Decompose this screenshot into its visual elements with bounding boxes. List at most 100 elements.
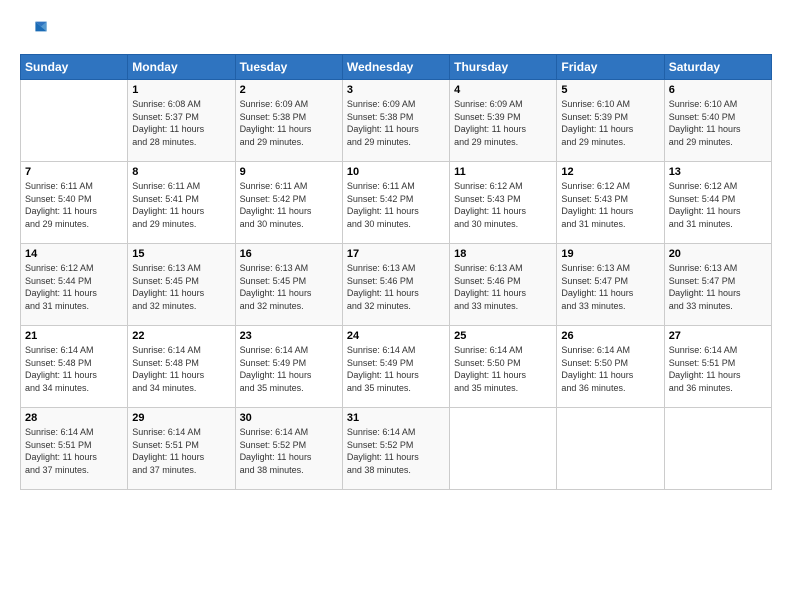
day-number: 20 — [669, 248, 767, 260]
calendar-cell: 27 Sunrise: 6:14 AMSunset: 5:51 PMDayligh… — [664, 326, 771, 408]
day-number: 14 — [25, 248, 123, 260]
logo-icon — [20, 16, 48, 44]
calendar-cell: 9 Sunrise: 6:11 AMSunset: 5:42 PMDaylight… — [235, 162, 342, 244]
calendar-cell: 7Sunrise: 6:11 AMSunset: 5:40 PMDaylight… — [21, 162, 128, 244]
day-info: Sunrise: 6:12 AMSunset: 5:44 PMDaylight:… — [669, 180, 767, 230]
header-day-thursday: Thursday — [450, 55, 557, 80]
week-row-3: 14 Sunrise: 6:12 AMSunset: 5:44 PMDayligh… — [21, 244, 772, 326]
day-info: Sunrise: 6:14 AMSunset: 5:48 PMDaylight:… — [25, 344, 123, 394]
calendar-cell: 29 Sunrise: 6:14 AMSunset: 5:51 PMDayligh… — [128, 408, 235, 490]
day-number: 1 — [132, 84, 230, 96]
calendar-header-row: SundayMondayTuesdayWednesdayThursdayFrid… — [21, 55, 772, 80]
calendar-cell: 5 Sunrise: 6:10 AMSunset: 5:39 PMDaylight… — [557, 80, 664, 162]
day-number: 6 — [669, 84, 767, 96]
week-row-2: 7Sunrise: 6:11 AMSunset: 5:40 PMDaylight… — [21, 162, 772, 244]
calendar-cell: 16 Sunrise: 6:13 AMSunset: 5:45 PMDayligh… — [235, 244, 342, 326]
calendar-cell: 26 Sunrise: 6:14 AMSunset: 5:50 PMDayligh… — [557, 326, 664, 408]
day-info: Sunrise: 6:14 AMSunset: 5:51 PMDaylight:… — [669, 344, 767, 394]
day-number: 22 — [132, 330, 230, 342]
calendar-cell: 10 Sunrise: 6:11 AMSunset: 5:42 PMDayligh… — [342, 162, 449, 244]
day-number: 9 — [240, 166, 338, 178]
calendar-cell: 24Sunrise: 6:14 AMSunset: 5:49 PMDayligh… — [342, 326, 449, 408]
day-info: Sunrise: 6:10 AMSunset: 5:39 PMDaylight:… — [561, 98, 659, 148]
calendar-cell: 12Sunrise: 6:12 AMSunset: 5:43 PMDayligh… — [557, 162, 664, 244]
day-info: Sunrise: 6:09 AMSunset: 5:38 PMDaylight:… — [240, 98, 338, 148]
day-number: 31 — [347, 412, 445, 424]
day-info: Sunrise: 6:14 AMSunset: 5:50 PMDaylight:… — [561, 344, 659, 394]
day-number: 16 — [240, 248, 338, 260]
day-info: Sunrise: 6:13 AMSunset: 5:47 PMDaylight:… — [669, 262, 767, 312]
calendar-cell: 17 Sunrise: 6:13 AMSunset: 5:46 PMDayligh… — [342, 244, 449, 326]
calendar-table: SundayMondayTuesdayWednesdayThursdayFrid… — [20, 54, 772, 490]
calendar-cell: 2 Sunrise: 6:09 AMSunset: 5:38 PMDaylight… — [235, 80, 342, 162]
day-info: Sunrise: 6:12 AMSunset: 5:43 PMDaylight:… — [561, 180, 659, 230]
day-info: Sunrise: 6:14 AMSunset: 5:48 PMDaylight:… — [132, 344, 230, 394]
day-number: 23 — [240, 330, 338, 342]
day-info: Sunrise: 6:13 AMSunset: 5:45 PMDaylight:… — [240, 262, 338, 312]
day-number: 30 — [240, 412, 338, 424]
header — [20, 16, 772, 44]
calendar-cell: 23 Sunrise: 6:14 AMSunset: 5:49 PMDayligh… — [235, 326, 342, 408]
calendar-cell: 3Sunrise: 6:09 AMSunset: 5:38 PMDaylight… — [342, 80, 449, 162]
header-day-tuesday: Tuesday — [235, 55, 342, 80]
day-info: Sunrise: 6:11 AMSunset: 5:42 PMDaylight:… — [240, 180, 338, 230]
day-info: Sunrise: 6:13 AMSunset: 5:46 PMDaylight:… — [347, 262, 445, 312]
calendar-cell: 4 Sunrise: 6:09 AMSunset: 5:39 PMDaylight… — [450, 80, 557, 162]
day-info: Sunrise: 6:14 AMSunset: 5:52 PMDaylight:… — [240, 426, 338, 476]
day-info: Sunrise: 6:13 AMSunset: 5:45 PMDaylight:… — [132, 262, 230, 312]
day-number: 26 — [561, 330, 659, 342]
day-info: Sunrise: 6:10 AMSunset: 5:40 PMDaylight:… — [669, 98, 767, 148]
calendar-cell: 8Sunrise: 6:11 AMSunset: 5:41 PMDaylight… — [128, 162, 235, 244]
day-number: 28 — [25, 412, 123, 424]
day-info: Sunrise: 6:14 AMSunset: 5:50 PMDaylight:… — [454, 344, 552, 394]
day-info: Sunrise: 6:13 AMSunset: 5:47 PMDaylight:… — [561, 262, 659, 312]
day-info: Sunrise: 6:08 AMSunset: 5:37 PMDaylight:… — [132, 98, 230, 148]
day-info: Sunrise: 6:12 AMSunset: 5:43 PMDaylight:… — [454, 180, 552, 230]
calendar-cell — [557, 408, 664, 490]
day-number: 19 — [561, 248, 659, 260]
calendar-cell: 11Sunrise: 6:12 AMSunset: 5:43 PMDayligh… — [450, 162, 557, 244]
calendar-cell — [21, 80, 128, 162]
day-number: 7 — [25, 166, 123, 178]
calendar-cell — [664, 408, 771, 490]
week-row-4: 21 Sunrise: 6:14 AMSunset: 5:48 PMDayligh… — [21, 326, 772, 408]
week-row-1: 1 Sunrise: 6:08 AMSunset: 5:37 PMDaylight… — [21, 80, 772, 162]
page: SundayMondayTuesdayWednesdayThursdayFrid… — [0, 0, 792, 500]
day-number: 21 — [25, 330, 123, 342]
day-info: Sunrise: 6:09 AMSunset: 5:39 PMDaylight:… — [454, 98, 552, 148]
calendar-cell: 25 Sunrise: 6:14 AMSunset: 5:50 PMDayligh… — [450, 326, 557, 408]
calendar-cell: 30 Sunrise: 6:14 AMSunset: 5:52 PMDayligh… — [235, 408, 342, 490]
day-number: 5 — [561, 84, 659, 96]
calendar-cell: 18 Sunrise: 6:13 AMSunset: 5:46 PMDayligh… — [450, 244, 557, 326]
header-day-friday: Friday — [557, 55, 664, 80]
day-number: 15 — [132, 248, 230, 260]
logo — [20, 16, 52, 44]
header-day-sunday: Sunday — [21, 55, 128, 80]
calendar-cell: 22 Sunrise: 6:14 AMSunset: 5:48 PMDayligh… — [128, 326, 235, 408]
day-number: 2 — [240, 84, 338, 96]
day-info: Sunrise: 6:14 AMSunset: 5:51 PMDaylight:… — [132, 426, 230, 476]
calendar-cell: 20 Sunrise: 6:13 AMSunset: 5:47 PMDayligh… — [664, 244, 771, 326]
day-info: Sunrise: 6:11 AMSunset: 5:42 PMDaylight:… — [347, 180, 445, 230]
day-info: Sunrise: 6:14 AMSunset: 5:49 PMDaylight:… — [347, 344, 445, 394]
day-number: 29 — [132, 412, 230, 424]
calendar-cell: 19 Sunrise: 6:13 AMSunset: 5:47 PMDayligh… — [557, 244, 664, 326]
day-number: 17 — [347, 248, 445, 260]
day-number: 8 — [132, 166, 230, 178]
calendar-cell: 15 Sunrise: 6:13 AMSunset: 5:45 PMDayligh… — [128, 244, 235, 326]
calendar-cell: 1 Sunrise: 6:08 AMSunset: 5:37 PMDaylight… — [128, 80, 235, 162]
day-info: Sunrise: 6:14 AMSunset: 5:49 PMDaylight:… — [240, 344, 338, 394]
day-info: Sunrise: 6:12 AMSunset: 5:44 PMDaylight:… — [25, 262, 123, 312]
day-info: Sunrise: 6:14 AMSunset: 5:52 PMDaylight:… — [347, 426, 445, 476]
day-number: 25 — [454, 330, 552, 342]
calendar-cell: 28 Sunrise: 6:14 AMSunset: 5:51 PMDayligh… — [21, 408, 128, 490]
day-number: 18 — [454, 248, 552, 260]
day-info: Sunrise: 6:13 AMSunset: 5:46 PMDaylight:… — [454, 262, 552, 312]
calendar-cell: 6 Sunrise: 6:10 AMSunset: 5:40 PMDaylight… — [664, 80, 771, 162]
day-number: 10 — [347, 166, 445, 178]
day-number: 4 — [454, 84, 552, 96]
day-info: Sunrise: 6:14 AMSunset: 5:51 PMDaylight:… — [25, 426, 123, 476]
header-day-saturday: Saturday — [664, 55, 771, 80]
calendar-cell — [450, 408, 557, 490]
day-number: 27 — [669, 330, 767, 342]
